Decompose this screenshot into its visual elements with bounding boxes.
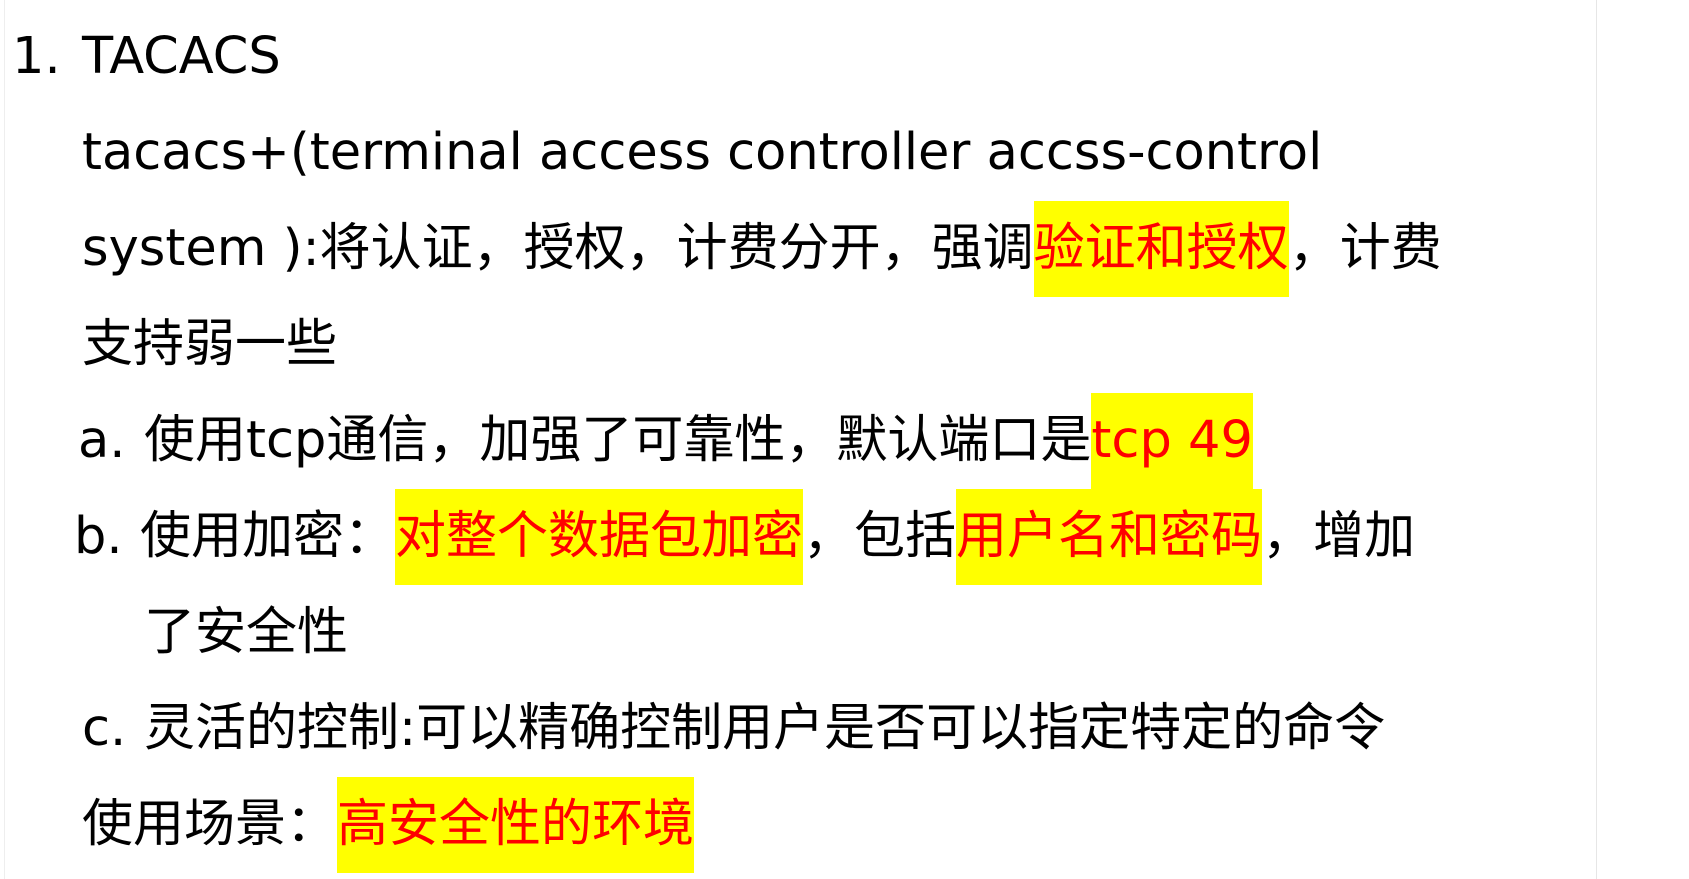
document-area: 1. TACACS tacacs+(terminal access control… [0, 0, 1597, 879]
list-item-a: a. 使用tcp通信，加强了可靠性，默认端口是tcp 49 [78, 393, 1253, 489]
highlight-username-password: 用户名和密码 [956, 489, 1263, 585]
page: 1. TACACS tacacs+(terminal access control… [0, 0, 1689, 879]
intro-line-3: 支持弱一些 [82, 297, 337, 393]
intro-text-2-pre: system ):将认证，授权，计费分开，强调 [82, 219, 1034, 278]
left-margin-rule [4, 0, 5, 879]
usage-line: 使用场景：高安全性的环境 [82, 777, 695, 873]
heading-number: 1. [12, 27, 61, 86]
list-item-c: c. 灵活的控制:可以精确控制用户是否可以指定特定的命令 [82, 681, 1385, 777]
highlight-tcp-port: tcp 49 [1091, 393, 1253, 489]
list-item-b-continuation: 了安全性 [144, 585, 348, 681]
intro-line-1: tacacs+(terminal access controller accss… [82, 105, 1322, 201]
item-a-text: 使用tcp通信，加强了可靠性，默认端口是 [144, 411, 1092, 470]
item-b-text-post: ，增加 [1262, 507, 1416, 566]
usage-label: 使用场景： [82, 795, 338, 854]
intro-text-2-post: ，计费 [1288, 219, 1442, 278]
intro-text-1: tacacs+(terminal access controller accss… [82, 123, 1323, 182]
list-marker-b: b. [74, 507, 123, 566]
list-item-b: b. 使用加密：对整个数据包加密，包括用户名和密码，增加 [74, 489, 1415, 585]
highlight-auth-authorization: 验证和授权 [1033, 201, 1289, 297]
heading-line: 1. TACACS [12, 9, 281, 105]
heading-title: TACACS [82, 27, 281, 86]
highlight-usage-scenario: 高安全性的环境 [337, 777, 695, 873]
list-marker-a: a. [78, 411, 126, 470]
highlight-packet-encryption: 对整个数据包加密 [395, 489, 804, 585]
item-b-text-mid: ，包括 [803, 507, 957, 566]
item-b-continuation-text: 了安全性 [144, 603, 349, 662]
intro-text-3: 支持弱一些 [82, 315, 338, 374]
item-c-text: 灵活的控制:可以精确控制用户是否可以指定特定的命令 [144, 699, 1386, 758]
list-marker-c: c. [82, 699, 127, 758]
intro-line-2: system ):将认证，授权，计费分开，强调验证和授权，计费 [82, 201, 1442, 297]
item-b-text-pre: 使用加密： [140, 507, 396, 566]
